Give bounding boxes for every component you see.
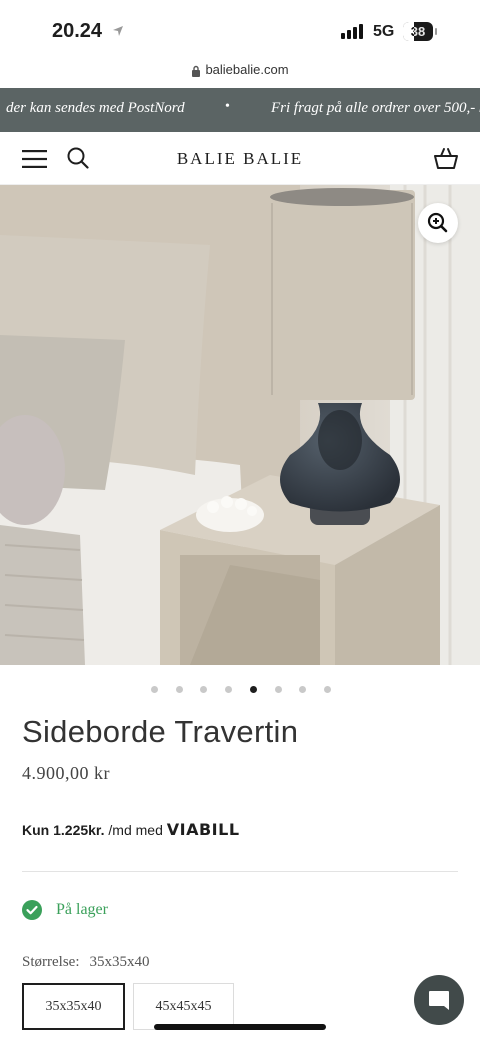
- stock-status: På lager: [22, 900, 108, 920]
- url-text: baliebalie.com: [205, 62, 289, 77]
- announcement-bar: der kan sendes med PostNord • Fri fragt …: [0, 88, 480, 132]
- financing-amount: Kun 1.225kr.: [22, 822, 105, 838]
- selected-size-value: 35x35x40: [89, 954, 150, 970]
- product-title: Sideborde Travertin: [22, 714, 299, 749]
- battery-icon: 38: [403, 22, 437, 41]
- chat-button[interactable]: [414, 975, 464, 1025]
- chat-icon: [429, 991, 449, 1010]
- gallery-dot[interactable]: [274, 686, 282, 693]
- announcement-separator: •: [225, 99, 230, 114]
- gallery-dot[interactable]: [249, 686, 257, 693]
- product-image[interactable]: [0, 185, 480, 665]
- financing-suffix: /md med: [108, 822, 163, 838]
- network-type: 5G: [373, 23, 395, 40]
- size-option-45x45x45[interactable]: 45x45x45: [133, 983, 234, 1030]
- product-photo-illustration: [0, 185, 480, 665]
- gallery-dot[interactable]: [299, 686, 307, 693]
- zoom-in-icon: [427, 212, 448, 233]
- check-circle-icon: [22, 900, 42, 920]
- battery-level: 38: [410, 24, 426, 39]
- status-time: 20.24: [52, 20, 103, 42]
- announcement-message: der kan sendes med PostNord: [6, 100, 185, 116]
- location-arrow-icon: [113, 26, 123, 36]
- size-label-text: Størrelse:: [22, 954, 80, 970]
- viabill-logo: VIABILL: [166, 820, 240, 839]
- gallery-dot[interactable]: [175, 686, 183, 693]
- viabill-financing[interactable]: Kun 1.225kr. /md med VIABILL: [22, 820, 240, 839]
- signal-icon: [341, 24, 363, 39]
- gallery-dot[interactable]: [151, 686, 158, 693]
- basket-icon[interactable]: [433, 146, 459, 170]
- home-indicator: [154, 1024, 326, 1030]
- gallery-dot[interactable]: [200, 686, 208, 693]
- stock-text: På lager: [56, 901, 108, 918]
- site-header: BALIE BALIE: [0, 132, 480, 185]
- gallery-dot[interactable]: [323, 686, 331, 693]
- gallery-pagination: [0, 686, 480, 696]
- size-selector-label: Størrelse: 35x35x40: [22, 954, 150, 971]
- gallery-dot[interactable]: [225, 686, 233, 693]
- size-option-35x35x40[interactable]: 35x35x40: [22, 983, 125, 1030]
- divider: [22, 871, 458, 872]
- product-price: 4.900,00 kr: [22, 763, 110, 783]
- site-logo[interactable]: BALIE BALIE: [0, 149, 480, 169]
- size-option-label: 35x35x40: [45, 998, 102, 1014]
- announcement-message: Fri fragt på alle ordrer over 500,- kr: [271, 100, 480, 116]
- lock-icon: [192, 65, 201, 77]
- status-bar: 20.24 5G 38: [0, 0, 480, 60]
- size-option-label: 45x45x45: [155, 998, 212, 1014]
- zoom-button[interactable]: [418, 203, 458, 243]
- url-bar[interactable]: baliebalie.com: [0, 62, 480, 84]
